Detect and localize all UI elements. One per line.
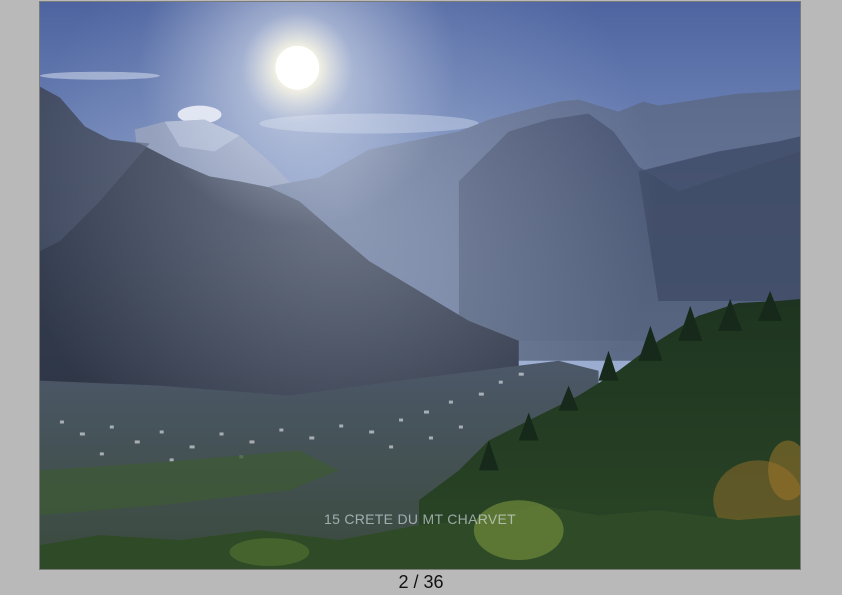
slide-counter: 2 / 36 xyxy=(398,572,444,592)
photo-watermark: 15 CRETE DU MT CHARVET xyxy=(323,511,516,527)
slideshow-viewer: 15 CRETE DU MT CHARVET 2 / 36 xyxy=(0,0,842,595)
photo[interactable]: 15 CRETE DU MT CHARVET xyxy=(39,1,801,570)
mountain-landscape-image xyxy=(40,2,800,569)
